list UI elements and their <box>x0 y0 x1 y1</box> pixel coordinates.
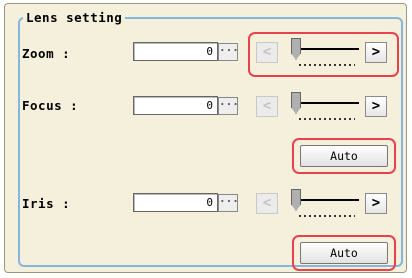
zoom-value-field[interactable]: 0 <box>133 42 218 61</box>
focus-auto-button[interactable]: Auto <box>300 145 388 167</box>
focus-slider[interactable] <box>289 92 359 124</box>
iris-dots-button[interactable]: ··· <box>218 194 239 212</box>
focus-dots-button[interactable]: ··· <box>218 97 239 115</box>
iris-left-button[interactable]: < <box>256 193 278 214</box>
iris-slider-ticks <box>299 215 355 217</box>
focus-slider-thumb[interactable] <box>291 92 301 114</box>
zoom-label: Zoom : <box>22 46 71 61</box>
focus-slider-track <box>293 102 359 104</box>
iris-slider[interactable] <box>289 189 359 221</box>
iris-label: Iris : <box>22 196 71 211</box>
zoom-dots-button[interactable]: ··· <box>218 43 239 61</box>
focus-value-field[interactable]: 0 <box>133 96 218 115</box>
zoom-slider-track <box>293 48 359 50</box>
zoom-slider[interactable] <box>289 38 359 70</box>
focus-right-button[interactable]: > <box>365 96 387 117</box>
focus-left-button[interactable]: < <box>256 96 278 117</box>
zoom-right-button[interactable]: > <box>365 42 387 63</box>
zoom-slider-thumb[interactable] <box>291 38 301 60</box>
zoom-left-button[interactable]: < <box>256 42 278 63</box>
focus-slider-ticks <box>299 118 355 120</box>
focus-label: Focus : <box>22 98 79 113</box>
zoom-slider-ticks <box>299 64 355 66</box>
iris-right-button[interactable]: > <box>365 193 387 214</box>
iris-auto-button[interactable]: Auto <box>300 242 388 264</box>
lens-setting-panel: Lens setting Zoom : 0 ··· < > Focus : 0 … <box>4 3 407 273</box>
iris-value-field[interactable]: 0 <box>133 193 218 212</box>
group-title: Lens setting <box>23 10 126 25</box>
iris-slider-track <box>293 199 359 201</box>
iris-slider-thumb[interactable] <box>291 189 301 211</box>
